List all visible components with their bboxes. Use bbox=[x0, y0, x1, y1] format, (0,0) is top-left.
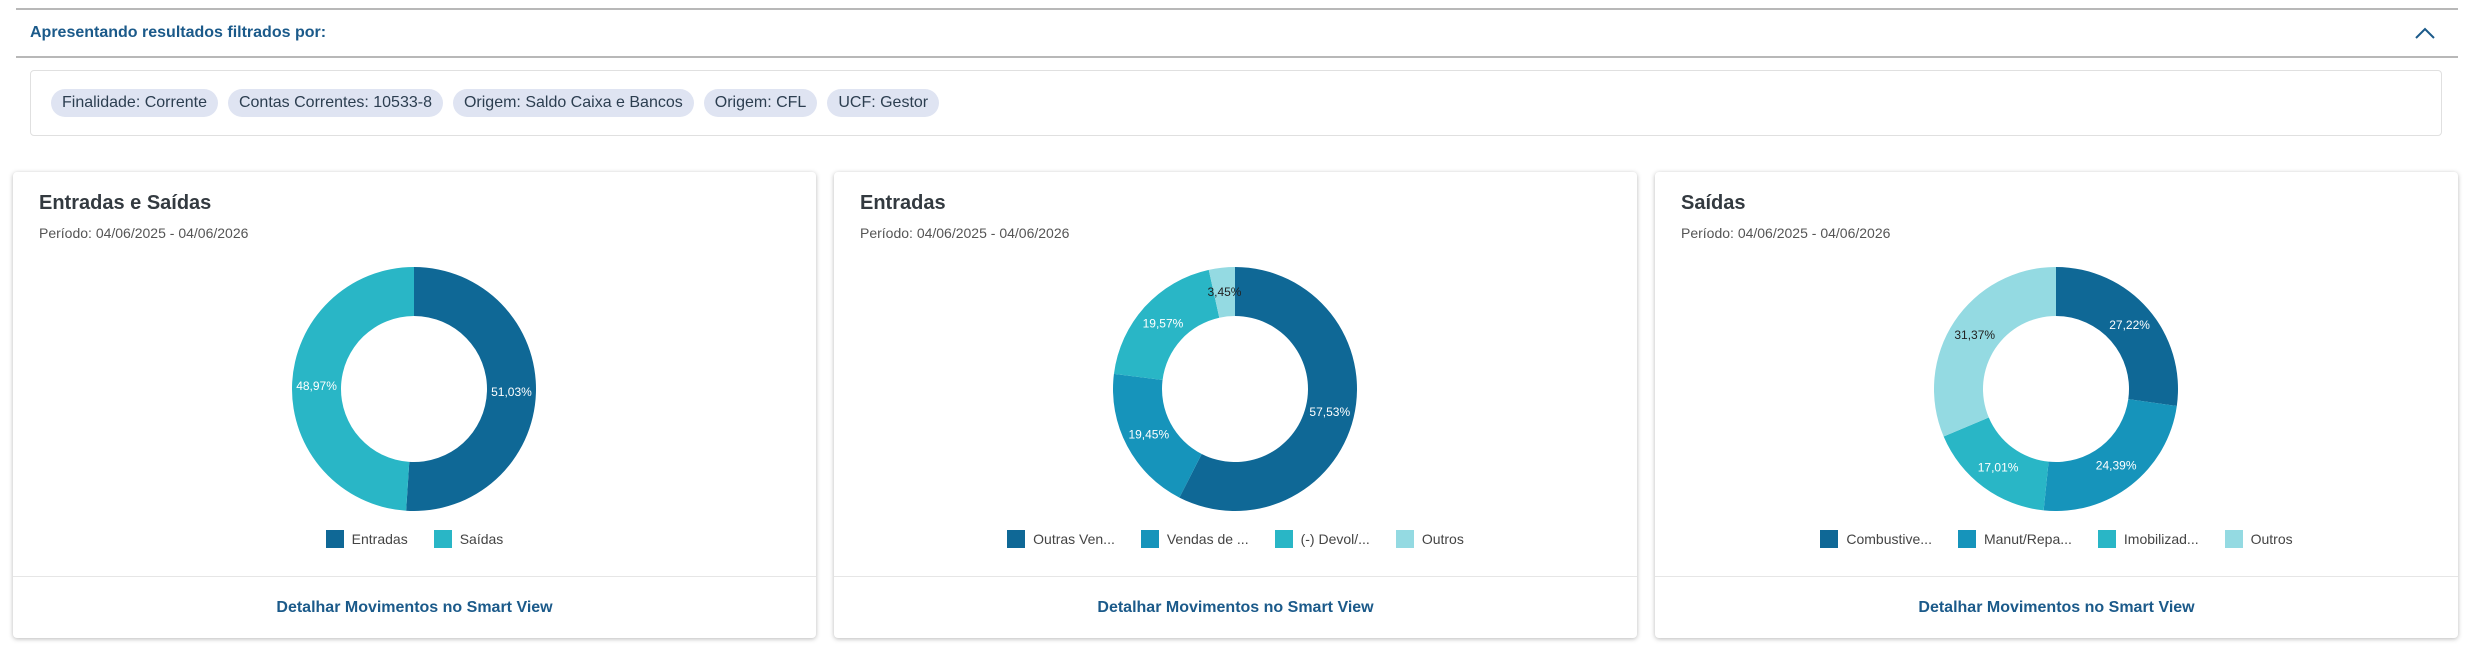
donut-slice[interactable] bbox=[2056, 267, 2178, 406]
legend-label: Entradas bbox=[351, 531, 408, 547]
legend-swatch bbox=[1395, 530, 1414, 548]
legend-item[interactable]: Outras Ven... bbox=[1007, 530, 1115, 548]
chevron-up-icon[interactable] bbox=[2414, 24, 2436, 42]
legend-label: Manut/Repa... bbox=[1983, 531, 2072, 547]
legend-item[interactable]: Saídas bbox=[433, 530, 504, 548]
legend-swatch bbox=[2097, 530, 2116, 548]
card-footer: Detalhar Movimentos no Smart View bbox=[1655, 576, 2458, 639]
card-saidas: Saídas Período: 04/06/2025 - 04/06/2026 … bbox=[1655, 172, 2458, 638]
legend-item[interactable]: (-) Devol/... bbox=[1274, 530, 1370, 548]
donut-chart[interactable]: 27,22% 24,39% 17,01% 31,37% bbox=[1934, 267, 2178, 511]
filter-chip: Origem: Saldo Caixa e Bancos bbox=[452, 89, 694, 117]
filter-chip: Finalidade: Corrente bbox=[51, 89, 218, 117]
legend-swatch bbox=[1274, 530, 1293, 548]
donut-chart[interactable]: 57,53% 19,45% 19,57% 3,45% bbox=[1113, 267, 1357, 511]
chart-legend: Entradas Saídas bbox=[13, 530, 816, 548]
legend-item[interactable]: Entradas bbox=[325, 530, 408, 548]
legend-swatch bbox=[1957, 530, 1976, 548]
legend-item[interactable]: Vendas de ... bbox=[1140, 530, 1249, 548]
donut-slice[interactable] bbox=[2043, 399, 2177, 511]
legend-item[interactable]: Manut/Repa... bbox=[1957, 530, 2072, 548]
filter-chip: Contas Correntes: 10533-8 bbox=[227, 89, 443, 117]
slice-label: 27,22% bbox=[2109, 318, 2150, 332]
slice-label: 48,97% bbox=[296, 379, 337, 393]
smart-view-link[interactable]: Detalhar Movimentos no Smart View bbox=[1097, 599, 1373, 617]
slice-label: 24,39% bbox=[2096, 459, 2137, 473]
slice-label: 19,57% bbox=[1143, 316, 1184, 330]
legend-swatch bbox=[325, 530, 344, 548]
legend-item[interactable]: Outros bbox=[1395, 530, 1464, 548]
filter-title: Apresentando resultados filtrados por: bbox=[30, 24, 327, 41]
card-title: Entradas e Saídas bbox=[39, 192, 212, 214]
legend-label: Combustive... bbox=[1846, 531, 1932, 547]
slice-label: 17,01% bbox=[1978, 460, 2019, 474]
legend-swatch bbox=[2224, 530, 2243, 548]
filter-header[interactable]: Apresentando resultados filtrados por: bbox=[16, 8, 2458, 58]
slice-label: 57,53% bbox=[1309, 405, 1350, 419]
legend-label: Imobilizad... bbox=[2123, 531, 2199, 547]
donut-chart[interactable]: 51,03% 48,97% bbox=[292, 267, 536, 511]
card-entradas: Entradas Período: 04/06/2025 - 04/06/202… bbox=[834, 172, 1637, 638]
donut-slice[interactable] bbox=[1934, 267, 2056, 437]
legend-swatch bbox=[1007, 530, 1026, 548]
slice-label: 51,03% bbox=[491, 385, 532, 399]
filter-chip: Origem: CFL bbox=[703, 89, 818, 117]
card-footer: Detalhar Movimentos no Smart View bbox=[834, 576, 1637, 639]
slice-label: 31,37% bbox=[1954, 328, 1995, 342]
slice-label: 3,45% bbox=[1207, 285, 1241, 299]
slice-label: 19,45% bbox=[1128, 428, 1169, 442]
card-title: Entradas bbox=[860, 192, 946, 214]
legend-label: Vendas de ... bbox=[1166, 531, 1249, 547]
card-period: Período: 04/06/2025 - 04/06/2026 bbox=[39, 225, 249, 241]
legend-label: Outras Ven... bbox=[1033, 531, 1115, 547]
legend-label: Outros bbox=[1421, 531, 1464, 547]
card-period: Período: 04/06/2025 - 04/06/2026 bbox=[860, 225, 1070, 241]
filter-chip: UCF: Gestor bbox=[827, 89, 940, 117]
smart-view-link[interactable]: Detalhar Movimentos no Smart View bbox=[1918, 599, 2194, 617]
legend-item[interactable]: Combustive... bbox=[1820, 530, 1932, 548]
legend-item[interactable]: Outros bbox=[2224, 530, 2293, 548]
card-period: Período: 04/06/2025 - 04/06/2026 bbox=[1681, 225, 1891, 241]
legend-swatch bbox=[433, 530, 452, 548]
chart-legend: Combustive... Manut/Repa... Imobilizad..… bbox=[1655, 530, 2458, 548]
smart-view-link[interactable]: Detalhar Movimentos no Smart View bbox=[276, 599, 552, 617]
filter-chip-list: Finalidade: Corrente Contas Correntes: 1… bbox=[30, 70, 2442, 136]
chart-legend: Outras Ven... Vendas de ... (-) Devol/..… bbox=[834, 530, 1637, 548]
legend-label: Outros bbox=[2250, 531, 2293, 547]
legend-swatch bbox=[1140, 530, 1159, 548]
card-title: Saídas bbox=[1681, 192, 1746, 214]
legend-label: (-) Devol/... bbox=[1300, 531, 1370, 547]
card-footer: Detalhar Movimentos no Smart View bbox=[13, 576, 816, 639]
legend-item[interactable]: Imobilizad... bbox=[2097, 530, 2199, 548]
card-entradas-saidas: Entradas e Saídas Período: 04/06/2025 - … bbox=[13, 172, 816, 638]
legend-swatch bbox=[1820, 530, 1839, 548]
legend-label: Saídas bbox=[459, 531, 504, 547]
